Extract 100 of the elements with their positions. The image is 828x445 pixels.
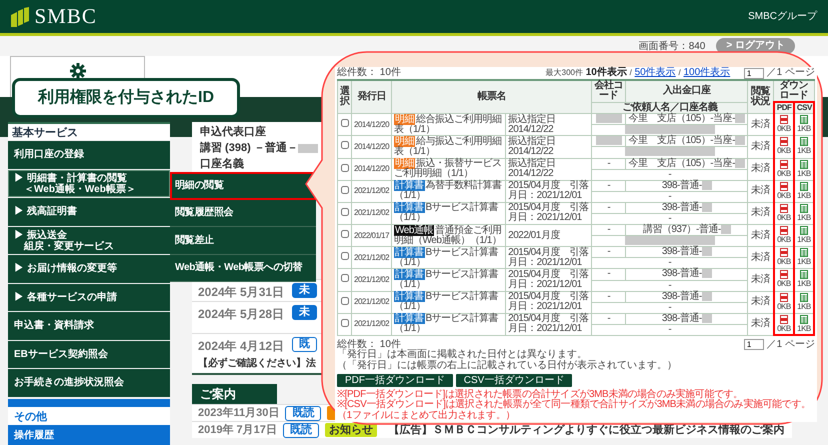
pdf-file-icon[interactable] xyxy=(780,115,788,124)
page-input[interactable]: 1 xyxy=(744,68,764,79)
pdf-file-icon[interactable] xyxy=(780,314,788,324)
sidebar-item[interactable]: 申込書・資料請求 xyxy=(8,312,170,340)
pdf-file-icon[interactable] xyxy=(780,226,788,236)
settings-icon[interactable] xyxy=(70,63,86,79)
document-name-cell[interactable]: 計算書 Bサービス計算書（1/1） xyxy=(392,202,506,224)
sidebar-item[interactable]: お手続きの進捗状況照会 xyxy=(8,369,170,396)
bulk-download-button[interactable]: PDF一括ダウンロード xyxy=(337,374,453,388)
table-cell: 2021/12/02 xyxy=(352,291,392,314)
notice-date: 2024年 5月31日 xyxy=(198,284,284,301)
table-cell: 2022/01/17 xyxy=(352,224,392,247)
sidebar-item[interactable]: 操作履歴 xyxy=(8,424,170,444)
file-size: 1KB xyxy=(796,324,811,334)
csv-file-icon[interactable] xyxy=(800,226,808,236)
sidebar-item[interactable]: ▶ お届け情報の変更等 xyxy=(8,255,170,282)
csv-file-icon[interactable] xyxy=(800,292,808,302)
csv-file-icon[interactable] xyxy=(800,182,808,191)
pdf-file-icon[interactable] xyxy=(780,270,788,280)
page-size-link[interactable]: 100件表示 xyxy=(683,68,730,79)
screen-number: 画面番号：840 xyxy=(638,40,706,54)
column-header: 会社コード xyxy=(592,80,626,102)
document-type-tag: 計算書 xyxy=(394,246,425,258)
page-size-link[interactable]: 10件表示 xyxy=(586,68,627,79)
document-name-cell[interactable]: 計算書 為替手数料計算書（1/1） xyxy=(392,180,506,202)
document-name-cell[interactable]: 計算書 Bサービス計算書（1/1） xyxy=(392,268,506,292)
column-header: 発行日 xyxy=(352,80,392,114)
table-cell: - xyxy=(592,246,626,258)
sidebar-item[interactable]: ▶ 各種サービスの申請 xyxy=(8,284,170,311)
csv-file-icon[interactable] xyxy=(800,160,808,169)
section-heading: ご案内 xyxy=(192,384,277,404)
csv-file-icon[interactable] xyxy=(800,204,808,213)
sidebar-item[interactable]: ▶ 残高証明書 xyxy=(8,198,170,226)
pdf-file-icon[interactable] xyxy=(780,160,788,169)
document-name-cell[interactable]: Web通帳 普通預金ご利用明細（Web通帳）（1/1） xyxy=(392,224,506,247)
account-text: 398-普通- xyxy=(662,312,702,324)
csv-file-icon[interactable] xyxy=(800,137,808,146)
account-text: 398-普通- xyxy=(662,202,702,213)
document-name-cell[interactable]: 計算書 Bサービス計算書（1/1） xyxy=(392,291,506,314)
row-checkbox[interactable] xyxy=(340,164,348,172)
row-checkbox[interactable] xyxy=(340,252,348,260)
table-cell: 2015/04月度 引落月日：2021/12/01 xyxy=(506,180,592,202)
sidebar-item[interactable]: ▶ 明細書・計算書の閲覧 ＜Web通帳・Web帳票＞ xyxy=(8,170,170,197)
pdf-file-icon[interactable] xyxy=(780,204,788,213)
table-cell: - xyxy=(592,291,626,302)
table-cell: 2015/04月度 引落月日：2021/12/01 xyxy=(506,268,592,292)
file-size: 0KB xyxy=(776,212,791,223)
document-name-cell[interactable]: 計算書 Bサービス計算書（1/1） xyxy=(392,246,506,269)
table-cell: 2015/04月度 引落月日：2021/12/01 xyxy=(506,291,592,314)
pdf-file-icon[interactable] xyxy=(780,248,788,258)
sidebar-item[interactable]: 利用口座の登録 xyxy=(8,141,170,168)
csv-file-icon[interactable] xyxy=(800,270,808,280)
file-size: 0KB xyxy=(776,235,791,246)
sidebar-item[interactable]: ▶ 振込送金 組戻・変更サービス xyxy=(8,226,170,254)
account-text: 398-普通- xyxy=(662,180,702,191)
row-checkbox[interactable] xyxy=(340,141,348,150)
account-text: 今里 支店（105）-当座- xyxy=(628,135,735,146)
csv-file-icon[interactable] xyxy=(800,115,808,124)
csv-file-icon[interactable] xyxy=(800,248,808,258)
row-checkbox[interactable] xyxy=(340,208,348,216)
document-type-tag: 計算書 xyxy=(394,202,425,214)
row-checkbox[interactable] xyxy=(340,186,348,194)
document-name-cell[interactable]: 計算書 Bサービス計算書（1/1） xyxy=(392,313,506,336)
row-checkbox[interactable] xyxy=(340,318,348,327)
document-name-cell[interactable]: 明細 総合振込ご利用明細表（1/1） xyxy=(392,114,506,136)
column-header: 選択 xyxy=(338,80,352,114)
sidebar-item[interactable]: EBサービス契約照会 xyxy=(8,340,170,368)
max-count: 最大300件 xyxy=(546,69,583,78)
file-size: 0KB xyxy=(776,324,791,334)
notice-title[interactable]: 【必ずご確認ください】法 xyxy=(198,356,316,371)
document-name-cell[interactable]: 明細 給与振込ご利用明細表（1/1） xyxy=(392,136,506,158)
pdf-file-icon[interactable] xyxy=(780,292,788,302)
file-size: 0KB xyxy=(776,302,791,312)
page-input[interactable]: 1 xyxy=(744,339,764,350)
table-cell: 2021/12/02 xyxy=(352,268,392,292)
csv-file-icon[interactable] xyxy=(800,314,808,324)
separator: / xyxy=(678,69,681,78)
file-size: 1KB xyxy=(796,212,811,223)
file-size: 0KB xyxy=(776,124,791,134)
warning-text: ※[PDF一括ダウンロード]は選択された帳票の合計サイズが3MB未満の場合のみ実施可能です。 xyxy=(337,390,743,400)
pdf-file-icon[interactable] xyxy=(780,182,788,191)
document-type-tag: 明細 xyxy=(394,136,416,147)
row-checkbox[interactable] xyxy=(340,296,348,305)
pdf-file-icon[interactable] xyxy=(780,137,788,146)
bulk-download-button[interactable]: CSV一括ダウンロード xyxy=(456,374,572,388)
account-text: 398-普通- xyxy=(662,290,702,302)
row-checkbox[interactable] xyxy=(340,119,348,128)
table-cell: - xyxy=(592,180,626,192)
row-checkbox[interactable] xyxy=(340,230,348,238)
document-name-cell[interactable]: 明細 振込・振替サービスご利用明細（1/1） xyxy=(392,158,506,180)
read-status-badge: 未 xyxy=(292,283,318,298)
section-heading: 基本サービス xyxy=(8,122,170,140)
account-text: 398-普通- xyxy=(662,268,702,280)
submenu-item[interactable]: 明細の閲覧 xyxy=(170,172,316,200)
note-text: （「発行日」には帳票の右上に記載されている日付が表示されています。） xyxy=(337,360,678,372)
page-size-link[interactable]: 50件表示 xyxy=(634,68,676,79)
account-text: 講習（937）-普通- xyxy=(642,224,721,236)
document-type-tag: 計算書 xyxy=(394,180,425,192)
table-cell: 振込指定日2014/12/22 xyxy=(506,136,592,158)
row-checkbox[interactable] xyxy=(340,274,348,282)
